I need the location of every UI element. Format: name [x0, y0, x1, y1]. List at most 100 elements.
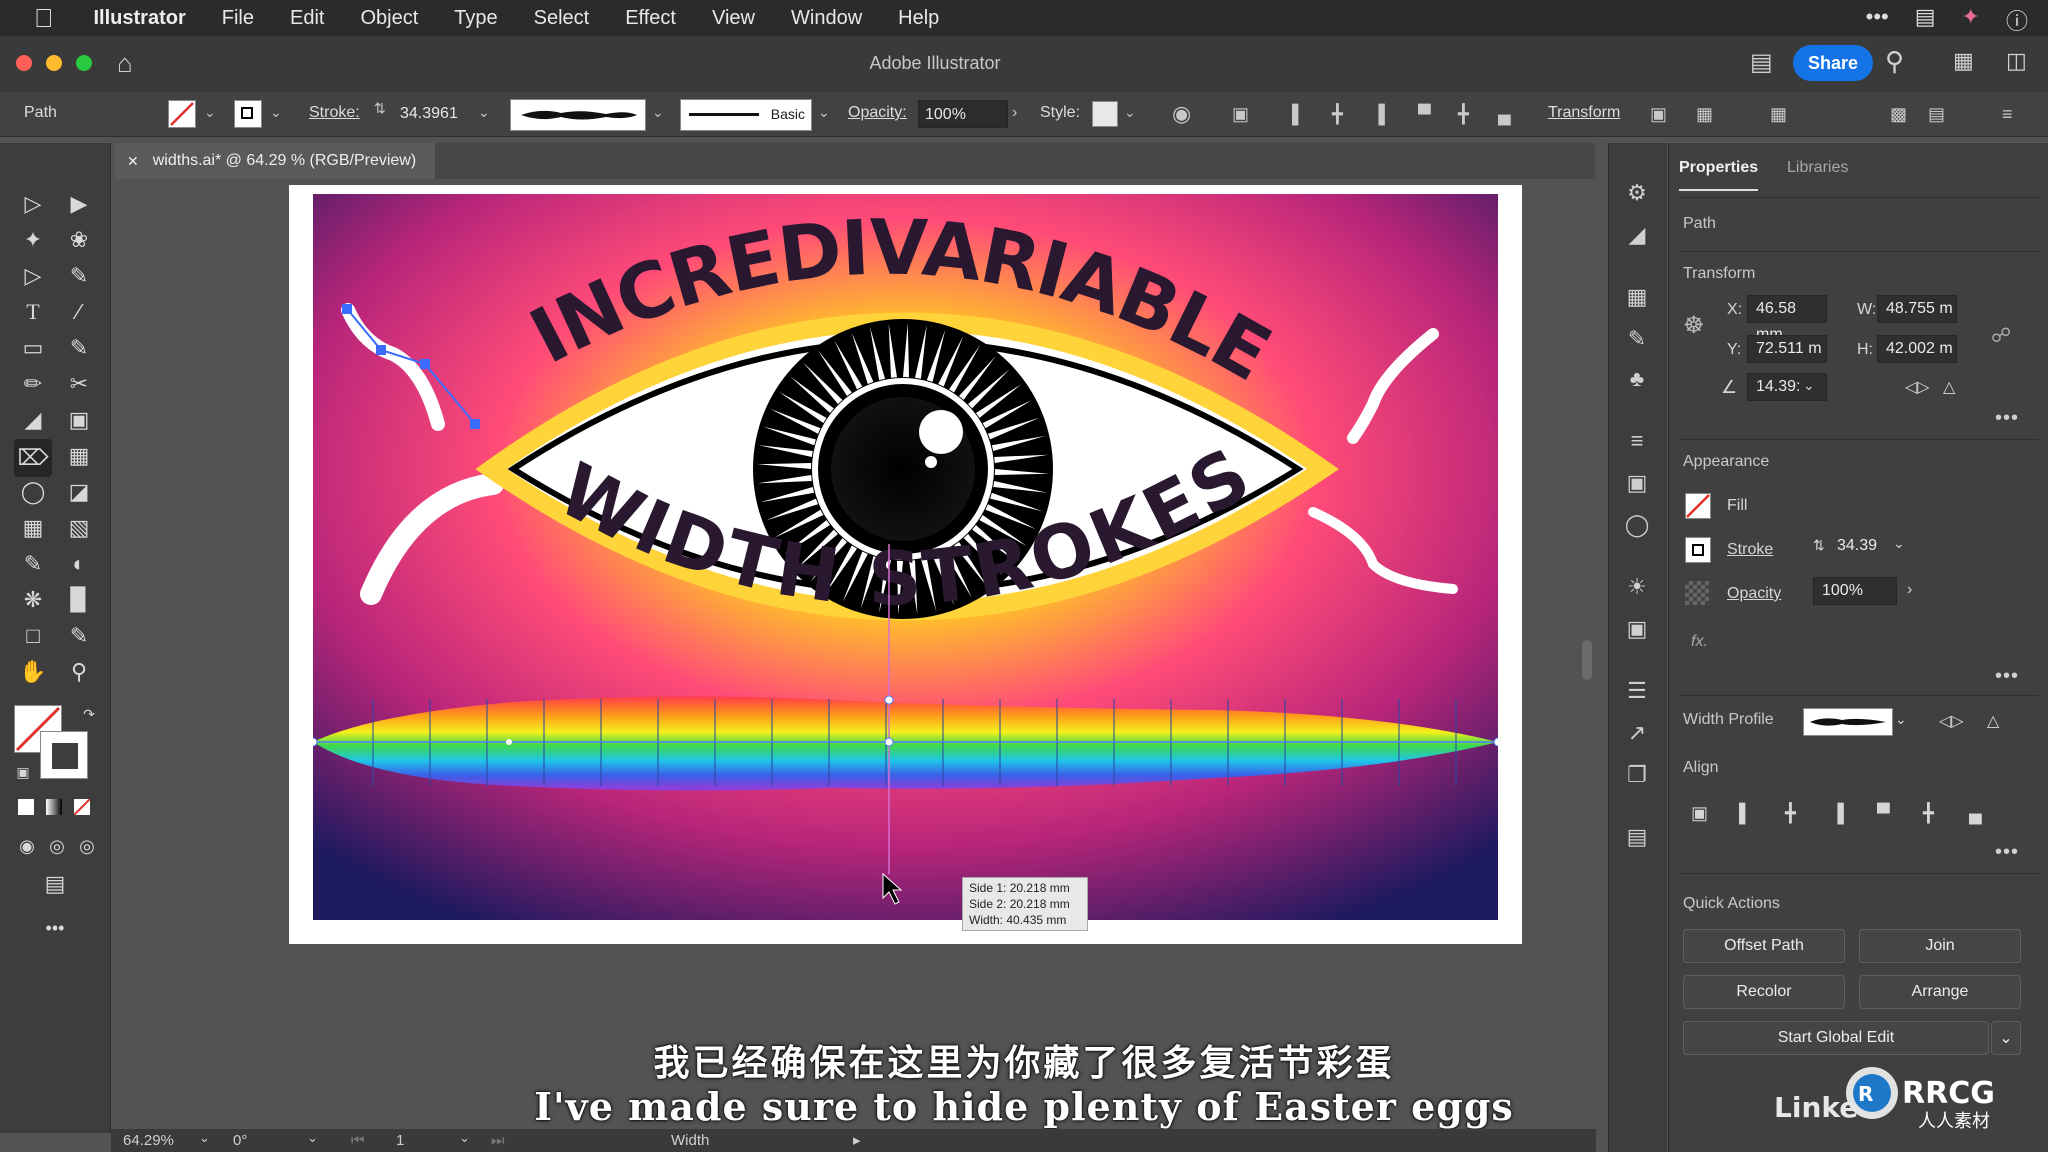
scissors-tool-icon[interactable]: ✂ [64, 369, 94, 399]
menu-view[interactable]: View [712, 7, 755, 30]
type-tool-icon[interactable]: T [18, 297, 48, 327]
artboards-icon[interactable]: ❐ [1623, 761, 1651, 789]
layers-icon[interactable]: ☰ [1623, 677, 1651, 705]
scale-tool-icon[interactable]: ▣ [64, 405, 94, 435]
fx-button[interactable]: fx. [1691, 633, 1708, 651]
width-tool-icon[interactable]: ⌦ [14, 439, 52, 477]
lasso-tool-icon[interactable]: ❀ [64, 225, 94, 255]
selection-tool-icon[interactable]: ▷ [18, 189, 48, 219]
opacity-input[interactable]: 100% [918, 100, 1008, 128]
comments-panel-icon[interactable]: ▤ [1623, 823, 1651, 851]
appearance-fill-swatch[interactable] [1685, 493, 1711, 519]
join-button[interactable]: Join [1859, 929, 2021, 963]
share-button[interactable]: Share [1793, 45, 1873, 81]
draw-normal-icon[interactable]: ◉ [12, 831, 42, 861]
gradient-mode-button[interactable] [46, 799, 62, 815]
flip-along-icon[interactable]: ◁▷ [1939, 711, 1964, 731]
properties-icon[interactable]: ⚙ [1623, 179, 1651, 207]
control-panel-menu-icon[interactable]: ≡ [2002, 104, 2013, 125]
magic-wand-tool-icon[interactable]: ✦ [18, 225, 48, 255]
zoom-tool-icon[interactable]: ⚲ [64, 657, 94, 687]
distribute-icon[interactable]: ▤ [1928, 104, 1945, 125]
chevron-right-icon[interactable]: › [1012, 104, 1017, 122]
align-top-icon[interactable]: ▀ [1877, 803, 1890, 824]
control-center-icon[interactable]: ▤ [1915, 4, 1936, 36]
align-to-icon[interactable]: ▣ [1691, 803, 1708, 824]
panel-toggle-icon[interactable]: ◫ [2006, 48, 2027, 74]
chevron-down-icon[interactable]: ⌄ [478, 104, 490, 121]
tab-libraries[interactable]: Libraries [1787, 159, 1848, 177]
artwork[interactable]: INCREDIVARIABLE WIDTH STROKES [313, 194, 1498, 920]
stepper-icon[interactable]: ⇅ [1813, 537, 1825, 554]
slice-tool-icon[interactable]: ✎ [64, 621, 94, 651]
libraries-icon[interactable]: ◢ [1623, 221, 1651, 249]
direct-selection-tool-icon[interactable]: ▶ [64, 189, 94, 219]
opacity-label[interactable]: Opacity: [848, 104, 907, 122]
align-left-icon[interactable]: ▌ [1292, 104, 1305, 125]
workspace-icon[interactable]: ▦ [1953, 48, 1974, 74]
anchor-point[interactable] [376, 345, 386, 355]
chevron-right-icon[interactable]: › [1907, 581, 1912, 599]
menu-type[interactable]: Type [454, 7, 497, 30]
swatches-icon[interactable]: ▦ [1623, 283, 1651, 311]
line-segment-tool-icon[interactable]: ∕ [64, 297, 94, 327]
align-top-icon[interactable]: ▀ [1418, 104, 1431, 125]
align-to-icon[interactable]: ▣ [1232, 104, 1249, 125]
more-options-icon[interactable]: ••• [1995, 407, 2019, 430]
pencil-tool-icon[interactable]: ✏ [18, 369, 48, 399]
gradient-tool-icon[interactable]: ▧ [64, 513, 94, 543]
stroke-label[interactable]: Stroke [1727, 541, 1773, 559]
more-options-icon[interactable]: ••• [1995, 841, 2019, 864]
x-field[interactable]: 46.58 mm [1747, 295, 1827, 343]
gradient-panel-icon[interactable]: ▣ [1623, 469, 1651, 497]
opacity-field[interactable]: 100% [1813, 577, 1897, 605]
align-middle-icon[interactable]: ╋ [1458, 104, 1469, 125]
shape-options-icon[interactable]: ▦ [1696, 104, 1713, 125]
recolor-icon[interactable]: ◉ [1172, 101, 1191, 127]
brushes-icon[interactable]: ✎ [1623, 325, 1651, 353]
mesh-tool-icon[interactable]: ▦ [18, 513, 48, 543]
align-center-icon[interactable]: ╋ [1332, 104, 1343, 125]
comments-icon[interactable]: ▤ [1750, 48, 1773, 77]
fill-swatch[interactable] [168, 100, 196, 128]
arrange-button[interactable]: Arrange [1859, 975, 2021, 1009]
align-center-icon[interactable]: ╋ [1785, 803, 1796, 824]
status-menu-icon[interactable]: ▸ [853, 1131, 861, 1149]
appearance-stroke-swatch[interactable] [1685, 537, 1711, 563]
artboard-tool-icon[interactable]: □ [18, 621, 48, 651]
tab-properties[interactable]: Properties [1679, 159, 1759, 191]
appearance-icon[interactable]: ☀ [1623, 573, 1651, 601]
menu-file[interactable]: File [222, 7, 254, 30]
menu-help[interactable]: Help [898, 7, 939, 30]
width-profile-dropdown[interactable] [1803, 708, 1893, 736]
brush-definition-dropdown[interactable]: Basic [680, 99, 812, 131]
width-handle-top[interactable] [884, 695, 894, 705]
edit-toolbar-icon[interactable]: ••• [40, 913, 70, 943]
anchor-point[interactable] [420, 359, 430, 369]
menu-effect[interactable]: Effect [625, 7, 676, 30]
reflect-tool-icon[interactable]: ◢ [18, 405, 48, 435]
draw-behind-icon[interactable]: ◎ [42, 831, 72, 861]
more-options-icon[interactable]: ••• [1995, 665, 2019, 688]
info-icon[interactable]: ⓘ [2006, 4, 2028, 36]
menu-edit[interactable]: Edit [290, 7, 324, 30]
isolate-icon[interactable]: ▣ [1650, 104, 1667, 125]
variable-width-profile-dropdown[interactable] [510, 99, 646, 131]
chevron-down-icon[interactable]: ⌄ [307, 1130, 318, 1146]
width-point[interactable] [884, 737, 894, 747]
chevron-down-icon[interactable]: ⌄ [204, 104, 216, 121]
chevron-down-icon[interactable]: ⌄ [459, 1130, 470, 1146]
align-bottom-icon[interactable]: ▄ [1969, 803, 1982, 824]
chevron-down-icon[interactable]: ⌄ [270, 104, 282, 121]
symbols-icon[interactable]: ♣ [1623, 365, 1651, 393]
apple-icon[interactable]:  [34, 3, 54, 34]
app-name-menu[interactable]: Illustrator [94, 7, 186, 30]
path-endpoint-left[interactable] [313, 737, 318, 747]
menu-select[interactable]: Select [534, 7, 590, 30]
search-icon[interactable]: ⚲ [1885, 46, 1904, 77]
y-field[interactable]: 72.511 m [1747, 335, 1827, 363]
chevron-down-icon[interactable]: ⌄ [1893, 535, 1905, 552]
chevron-down-icon[interactable]: ⌄ [818, 104, 830, 121]
stroke-weight-field[interactable]: 34.39 [1829, 533, 1891, 561]
flip-across-icon[interactable]: △ [1987, 711, 1999, 731]
